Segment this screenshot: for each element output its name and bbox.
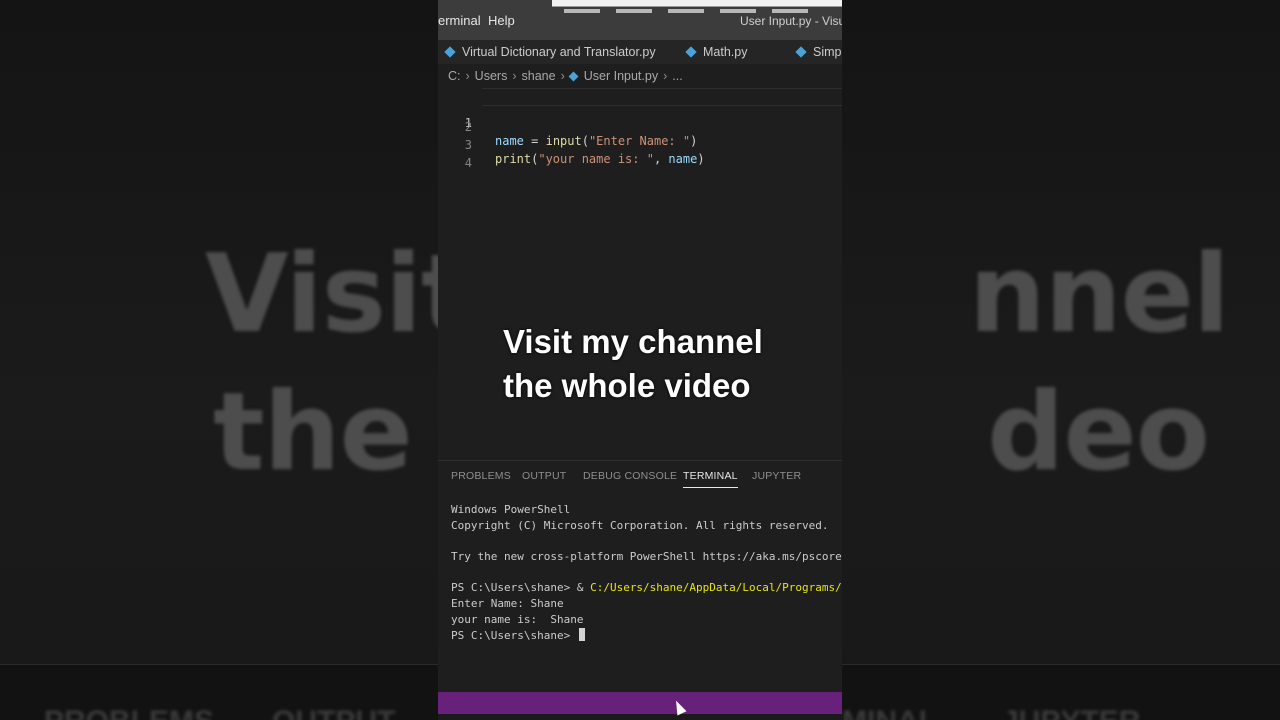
window-title: User Input.py - Visual [740, 14, 842, 28]
tab-label: Virtual Dictionary and Translator.py [462, 45, 656, 59]
vscode-window: erminal Help User Input.py - Visual Virt… [438, 0, 842, 720]
terminal-cursor [578, 628, 585, 641]
tab-math[interactable]: Math.py [685, 40, 748, 64]
thumbnail [616, 9, 652, 13]
caption-line1: Visit my channel [503, 323, 763, 360]
terminal-line: PS C:\Users\shane> & C:/Users/shane/AppD… [451, 581, 842, 596]
current-line-highlight [482, 88, 842, 106]
chevron-right-icon: › [465, 69, 470, 83]
breadcrumb-more[interactable]: ... [672, 69, 682, 83]
breadcrumb: C: › Users › shane › User Input.py › ... [438, 64, 842, 88]
breadcrumb-users[interactable]: Users [475, 69, 508, 83]
breadcrumb-shane[interactable]: shane [522, 69, 556, 83]
tab-label: Math.py [703, 45, 748, 59]
bottom-strip [438, 714, 842, 720]
thumbnail [720, 9, 756, 13]
terminal-line: PS C:\Users\shane> [451, 628, 585, 643]
chevron-right-icon: › [560, 69, 565, 83]
code-line: 3 print("your name is: ", name) [438, 124, 842, 166]
terminal-prompt: PS C:\Users\shane> [451, 629, 577, 642]
terminal-line: Copyright (C) Microsoft Corporation. All… [451, 519, 829, 532]
menu-terminal[interactable]: erminal [438, 13, 481, 28]
python-file-icon [568, 71, 579, 81]
menu-help[interactable]: Help [488, 13, 515, 28]
title-bar: erminal Help User Input.py - Visual [438, 0, 842, 40]
terminal-line: Try the new cross-platform PowerShell ht… [451, 550, 842, 563]
video-caption-overlay: Visit my channel the whole video [503, 320, 763, 408]
terminal-line: Windows PowerShell [451, 503, 571, 516]
terminal-command-path: C:/Users/shane/AppData/Local/Programs/Py [590, 581, 842, 594]
background-right [842, 0, 1280, 720]
caption-line2: the whole video [503, 367, 751, 404]
background-caption-right: nnel [968, 232, 1230, 357]
tab-virtual-dictionary[interactable]: Virtual Dictionary and Translator.py [444, 40, 656, 64]
tab-terminal[interactable]: TERMINAL [683, 470, 738, 488]
tab-problems[interactable]: PROBLEMS [451, 470, 511, 482]
background-caption-right: deo [987, 370, 1210, 495]
background-tab: PROBLEMS [44, 705, 214, 720]
tab-debug-console[interactable]: DEBUG CONSOLE [583, 470, 677, 482]
status-bar [438, 692, 842, 714]
code-line: 1 [438, 88, 842, 130]
thumbnail [772, 9, 808, 13]
tab-jupyter[interactable]: JUPYTER [752, 470, 801, 482]
python-file-icon [795, 46, 807, 58]
code-line: 4 [438, 142, 842, 170]
breadcrumb-file[interactable]: User Input.py [584, 69, 658, 83]
tab-output[interactable]: OUTPUT [522, 470, 566, 482]
background-tab: MINAL [842, 705, 937, 720]
terminal-output[interactable]: Windows PowerShell Copyright (C) Microso… [451, 503, 842, 693]
breadcrumb-drive[interactable]: C: [448, 69, 461, 83]
terminal-line: your name is: Shane [451, 613, 584, 626]
background-left [0, 0, 438, 720]
panel-tabs: PROBLEMS OUTPUT DEBUG CONSOLE TERMINAL J… [438, 460, 842, 490]
tab-simpl[interactable]: Simpl [795, 40, 842, 64]
chevron-right-icon: › [512, 69, 517, 83]
python-file-icon [444, 46, 456, 58]
line-number: 4 [464, 156, 472, 170]
tab-label: Simpl [813, 45, 842, 59]
browser-thumbnail-strip [552, 0, 842, 13]
terminal-line: Enter Name: Shane [451, 597, 564, 610]
code-line: 2 name = input("Enter Name: ") [438, 106, 842, 148]
background-tab: OUTPUT [272, 705, 395, 720]
thumbnail [668, 9, 704, 13]
thumbnail [564, 9, 600, 13]
terminal-prompt: PS C:\Users\shane> & [451, 581, 591, 594]
chevron-right-icon: › [663, 69, 668, 83]
editor-tabs: Virtual Dictionary and Translator.py Mat… [438, 40, 842, 64]
python-file-icon [685, 46, 697, 58]
background-tab: JUPYTER [1002, 705, 1140, 720]
